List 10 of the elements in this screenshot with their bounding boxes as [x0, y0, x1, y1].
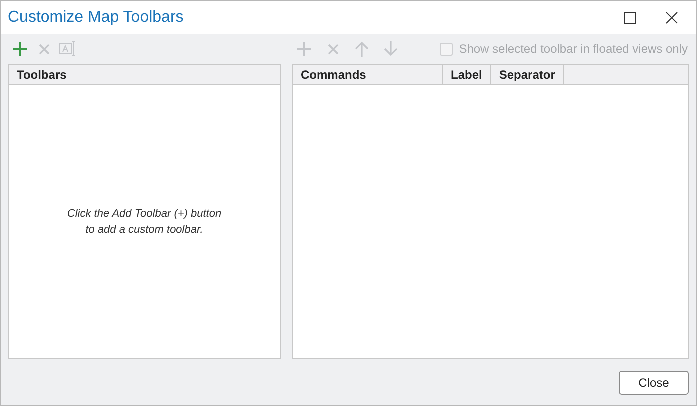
- column-header: Toolbars: [17, 66, 67, 84]
- close-button[interactable]: Close: [619, 370, 689, 394]
- column-header[interactable]: Label: [443, 65, 492, 84]
- maximize-icon[interactable]: [624, 10, 638, 24]
- close-icon[interactable]: [666, 10, 680, 24]
- empty-message: Click the Add Toolbar (+) button to add a custom toolbar.: [67, 206, 222, 238]
- column-header[interactable]: Commands: [293, 65, 443, 84]
- window-title: Customize Map Toolbars: [8, 8, 185, 28]
- checkbox-label: Show selected toolbar in floated views only: [459, 41, 688, 58]
- column-header[interactable]: Separator: [491, 65, 564, 84]
